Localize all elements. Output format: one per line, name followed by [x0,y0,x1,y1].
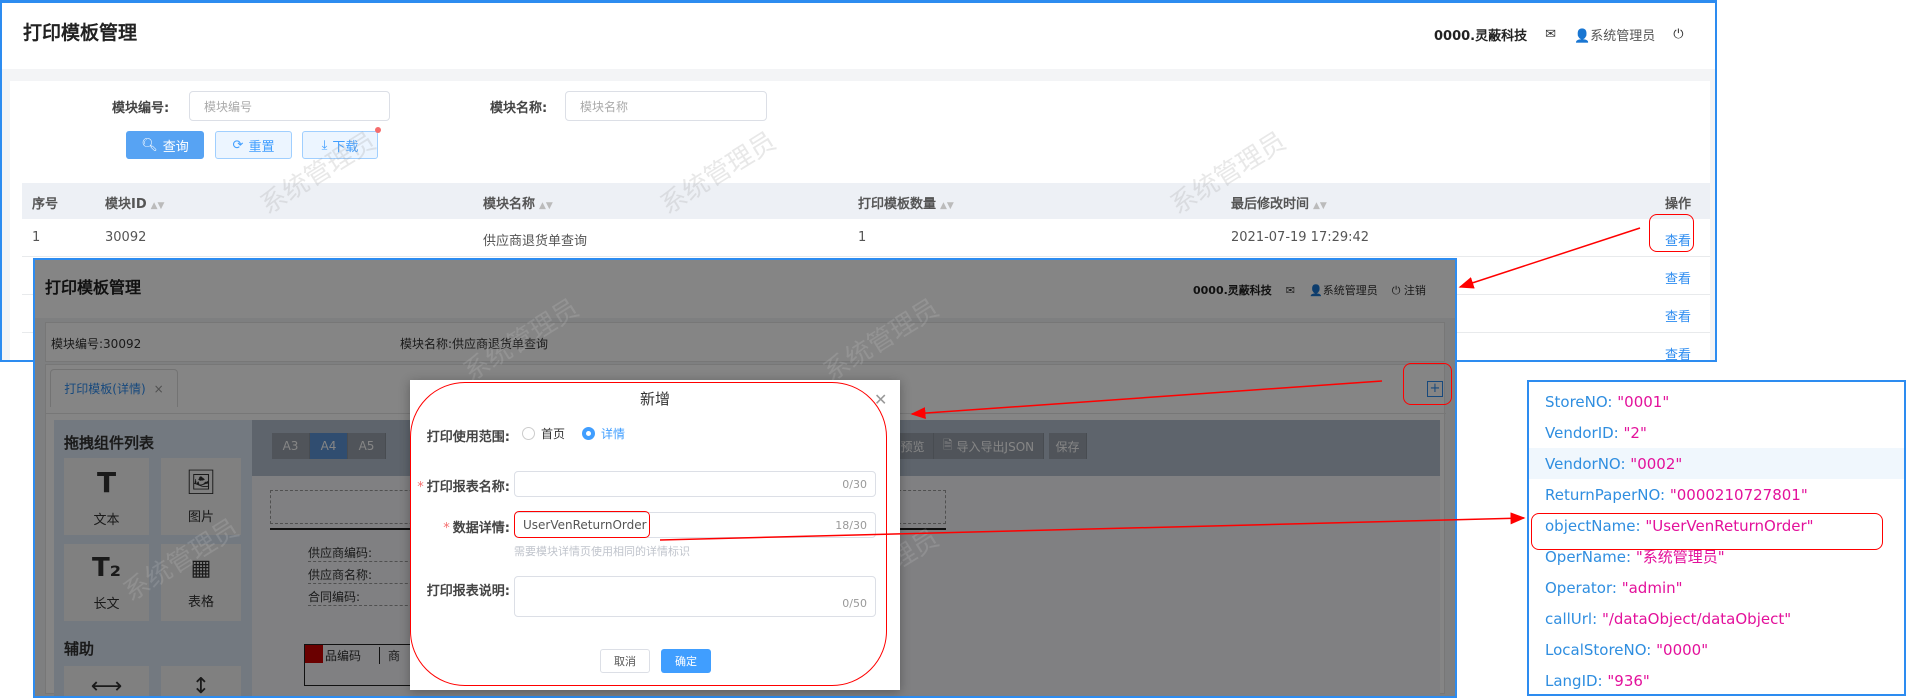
json-key: VendorID: [1545,423,1619,442]
search-icon: 🔍︎ [141,137,158,153]
json-value: "0001" [1617,392,1670,411]
query-button[interactable]: 🔍︎ 查询 [126,131,204,159]
col-index: 序号 [32,197,59,212]
notification-dot [375,127,381,133]
user-name: 系统管理员 [1590,29,1656,44]
json-value: "/dataObject/dataObject" [1601,609,1792,628]
module-code-label: 模块编号: [112,101,170,116]
sort-icon: ▲▼ [539,201,553,211]
json-value: "admin" [1621,578,1683,597]
json-field-row: LangID: "936" [1529,665,1904,696]
json-field-row: callUrl: "/dataObject/dataObject" [1529,603,1904,634]
json-value: "2" [1623,423,1647,442]
col-template-count[interactable]: 打印模板数量 ▲▼ [858,193,954,212]
annotation-highlight-add [1403,363,1452,405]
module-name-input[interactable]: 模块名称 [565,91,767,121]
reset-button[interactable]: ⟳ 重置 [215,131,292,159]
json-field-row: VendorNO: "0002" [1529,448,1904,479]
json-field-row: Operator: "admin" [1529,572,1904,603]
json-key: StoreNO: [1545,392,1613,411]
module-name-label: 模块名称: [490,101,548,116]
download-button[interactable]: ⤓ 下载 [302,131,378,159]
download-label: 下载 [332,139,359,155]
view-link[interactable]: 查看 [1665,306,1691,325]
json-value: "0000210727801" [1669,485,1808,504]
cell-modified: 2021-07-19 17:29:42 [1231,230,1370,245]
json-key: OperName: [1545,547,1632,566]
power-icon[interactable]: ⏻ [1673,27,1683,42]
sort-icon: ▲▼ [940,201,954,211]
json-key: LangID: [1545,671,1603,690]
download-icon: ⤓ [321,137,328,153]
mail-icon[interactable]: ✉ [1545,27,1556,42]
col-module-id[interactable]: 模块ID ▲▼ [105,193,164,212]
json-key: Operator: [1545,578,1617,597]
view-link[interactable]: 查看 [1665,344,1691,360]
json-key: LocalStoreNO: [1545,640,1652,659]
json-data-panel: StoreNO: "0001" VendorID: "2" VendorNO: "0… [1527,380,1906,696]
cell-count: 1 [858,230,867,245]
col-action: 操作 [1665,197,1692,212]
top-header: 打印模板管理 0000.灵蔽科技 ✉ 👤系统管理员 ⏻ [2,3,1715,69]
cell-index: 1 [32,230,41,245]
sort-icon: ▲▼ [1313,201,1327,211]
reset-label: 重置 [248,139,275,155]
json-value: "936" [1607,671,1650,690]
col-modified[interactable]: 最后修改时间 ▲▼ [1231,193,1327,212]
json-field-row: LocalStoreNO: "0000" [1529,634,1904,665]
annotation-highlight-objectname [1531,513,1883,550]
json-key: ReturnPaperNO: [1545,485,1666,504]
json-key: callUrl: [1545,609,1598,628]
json-field-row: VendorID: "2" [1529,417,1904,448]
module-code-input[interactable]: 模块编号 [189,91,390,121]
view-link[interactable]: 查看 [1665,268,1691,287]
refresh-icon: ⟳ [232,137,244,153]
company-name: 0000.灵蔽科技 [1434,29,1528,44]
user-icon: 👤 [1574,29,1591,44]
col-module-name[interactable]: 模块名称 ▲▼ [483,193,553,212]
json-value: "0000" [1656,640,1709,659]
json-value: "0002" [1630,454,1683,473]
table-row: 1 30092 供应商退货单查询 1 2021-07-19 17:29:42 查… [22,219,1710,257]
cell-id: 30092 [105,230,147,245]
page-title: 打印模板管理 [23,22,138,44]
annotation-highlight-data-detail [514,511,650,538]
annotation-highlight-view [1649,214,1694,252]
query-label: 查询 [162,139,189,155]
json-field-row: StoreNO: "0001" [1529,386,1904,417]
sort-icon: ▲▼ [150,201,165,211]
user-menu[interactable]: 👤系统管理员 [1574,25,1655,44]
table-header: 序号 模块ID ▲▼ 模块名称 ▲▼ 打印模板数量 ▲▼ 最后修改时间 ▲▼ 操作 [22,183,1710,219]
json-field-row: ReturnPaperNO: "0000210727801" [1529,479,1904,510]
json-key: VendorNO: [1545,454,1626,473]
cell-name: 供应商退货单查询 [483,234,588,249]
